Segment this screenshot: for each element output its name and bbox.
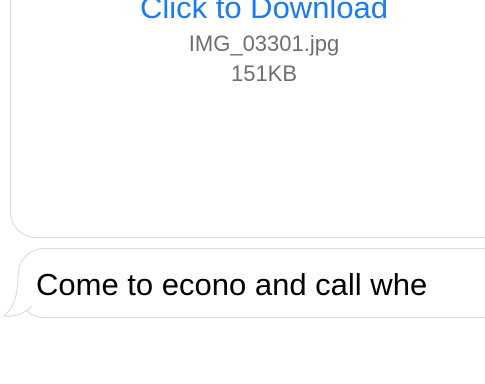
bubble-tail-icon: [4, 276, 33, 317]
message-text: Come to econo and call whe: [36, 267, 428, 302]
download-link[interactable]: Click to Download: [11, 0, 485, 27]
chat-view: Click to Download IMG_03301.jpg 151KB Co…: [0, 0, 485, 384]
attachment-bubble[interactable]: Click to Download IMG_03301.jpg 151KB: [10, 0, 485, 238]
attachment-file-size: 151KB: [230, 61, 298, 86]
attachment-content: Click to Download IMG_03301.jpg 151KB: [11, 0, 485, 89]
attachment-file-name: IMG_03301.jpg: [188, 31, 340, 56]
